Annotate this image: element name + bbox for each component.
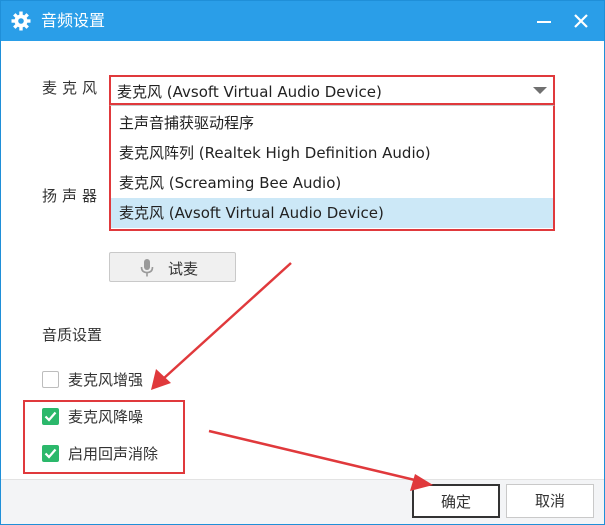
highlight-box [23,400,185,474]
quality-section-title: 音质设置 [42,326,103,344]
microphone-selected-value: 麦克风 (Avsoft Virtual Audio Device) [117,83,382,101]
microphone-icon [140,259,154,277]
chevron-down-icon[interactable] [533,87,547,95]
ok-button[interactable]: 确定 [412,484,500,518]
cancel-button[interactable]: 取消 [506,484,594,518]
mic-enhance-checkbox[interactable] [42,371,59,388]
microphone-label: 麦克风 [42,79,103,97]
audio-settings-dialog: 音频设置 麦克风 麦克风 (Avsoft Virtual Audio Devic… [0,0,605,525]
speaker-label: 扬声器 [42,187,103,205]
mic-enhance-label: 麦克风增强 [68,371,144,389]
microphone-select[interactable]: 麦克风 (Avsoft Virtual Audio Device) [109,75,555,105]
dropdown-option[interactable]: 麦克风阵列 (Realtek High Definition Audio) [111,138,553,168]
test-mic-label: 试麦 [168,260,199,278]
dropdown-option[interactable]: 麦克风 (Screaming Bee Audio) [111,168,553,198]
minimize-icon[interactable] [532,9,556,33]
dropdown-option-selected[interactable]: 麦克风 (Avsoft Virtual Audio Device) [111,198,553,228]
close-icon[interactable] [569,9,593,33]
microphone-dropdown-list: 主声音捕获驱动程序 麦克风阵列 (Realtek High Definition… [109,105,555,231]
gear-icon [11,11,31,31]
title-bar: 音频设置 [1,1,604,41]
window-title: 音频设置 [41,11,106,30]
dropdown-option[interactable]: 主声音捕获驱动程序 [111,108,553,138]
test-mic-button[interactable]: 试麦 [109,252,236,282]
